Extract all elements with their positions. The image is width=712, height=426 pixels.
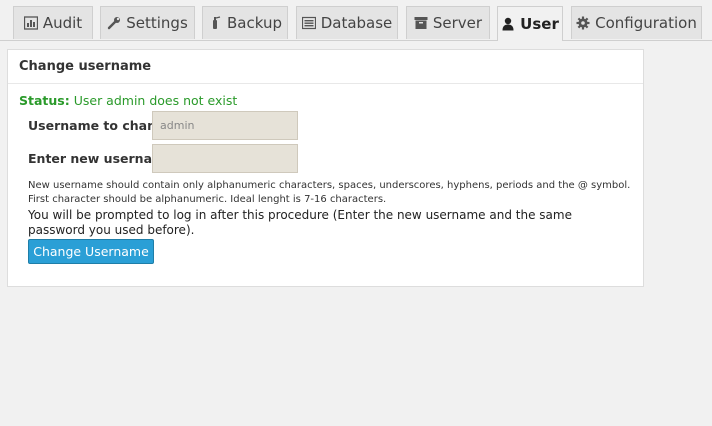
tab-label: Database <box>320 14 393 32</box>
tab-backup[interactable]: Backup <box>202 6 288 39</box>
tab-bar: Audit Settings Backup Database Server Us… <box>0 0 712 41</box>
fire-extinguisher-icon <box>208 16 222 30</box>
change-username-button[interactable]: Change Username <box>28 239 154 264</box>
wrench-icon <box>107 16 121 30</box>
tab-label: Configuration <box>595 14 697 32</box>
user-icon <box>501 17 515 31</box>
status-label: Status: <box>19 93 70 108</box>
tab-server[interactable]: Server <box>406 6 490 39</box>
tab-label: User <box>520 15 559 33</box>
tab-label: Backup <box>227 14 282 32</box>
help-text-length: First character should be alphanumeric. … <box>28 194 387 205</box>
new-username-input[interactable] <box>152 144 298 173</box>
tab-configuration[interactable]: Configuration <box>571 6 702 39</box>
username-input[interactable] <box>152 111 298 140</box>
tab-label: Settings <box>126 14 188 32</box>
panel-title: Change username <box>8 50 643 84</box>
tab-audit[interactable]: Audit <box>13 6 93 39</box>
tab-label: Audit <box>42 14 83 32</box>
gear-icon <box>576 16 590 30</box>
status-text: User admin does not exist <box>73 93 238 108</box>
status-message: Status: User admin does not exist <box>19 93 237 108</box>
change-username-panel: Change username Status: User admin does … <box>7 49 644 287</box>
tab-user[interactable]: User <box>497 6 563 41</box>
bar-chart-icon <box>23 16 38 30</box>
login-note: You will be prompted to log in after thi… <box>28 208 572 237</box>
tab-database[interactable]: Database <box>296 6 398 39</box>
archive-icon <box>414 16 428 30</box>
tab-label: Server <box>432 14 483 32</box>
help-text-rules: New username should contain only alphanu… <box>28 180 631 191</box>
tab-settings[interactable]: Settings <box>100 6 195 39</box>
list-icon <box>301 16 316 30</box>
